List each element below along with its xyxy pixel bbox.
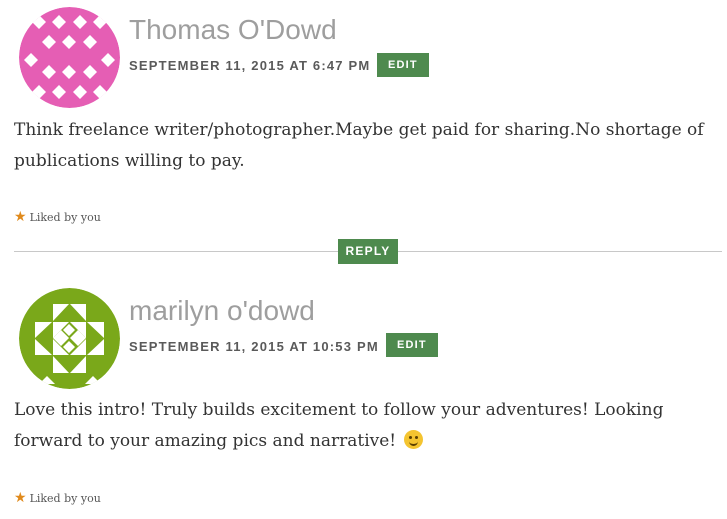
star-icon: ★ — [14, 490, 27, 506]
liked-by-you[interactable]: ★ Liked by you — [14, 209, 101, 225]
comment-text: Think freelance writer/photographer.Mayb… — [14, 120, 704, 171]
comment-author[interactable]: marilyn o'dowd — [129, 295, 315, 327]
comment-text-content: Love this intro! Truly builds excitement… — [14, 400, 664, 451]
comment-date[interactable]: SEPTEMBER 11, 2015 AT 10:53 PM — [129, 339, 379, 354]
smiley-emoji-icon — [403, 430, 423, 449]
star-icon: ★ — [14, 209, 27, 225]
avatar-marilyn[interactable] — [19, 288, 120, 389]
comment-author[interactable]: Thomas O'Dowd — [129, 14, 337, 46]
comment-text: Love this intro! Truly builds excitement… — [14, 395, 719, 457]
edit-button[interactable]: EDIT — [377, 53, 429, 77]
liked-label: Liked by you — [29, 211, 101, 224]
reply-button[interactable]: REPLY — [338, 239, 398, 264]
comment-date[interactable]: SEPTEMBER 11, 2015 AT 6:47 PM — [129, 58, 370, 73]
avatar-thomas[interactable] — [19, 7, 120, 108]
liked-by-you[interactable]: ★ Liked by you — [14, 490, 101, 506]
edit-button[interactable]: EDIT — [386, 333, 438, 357]
liked-label: Liked by you — [29, 492, 101, 505]
